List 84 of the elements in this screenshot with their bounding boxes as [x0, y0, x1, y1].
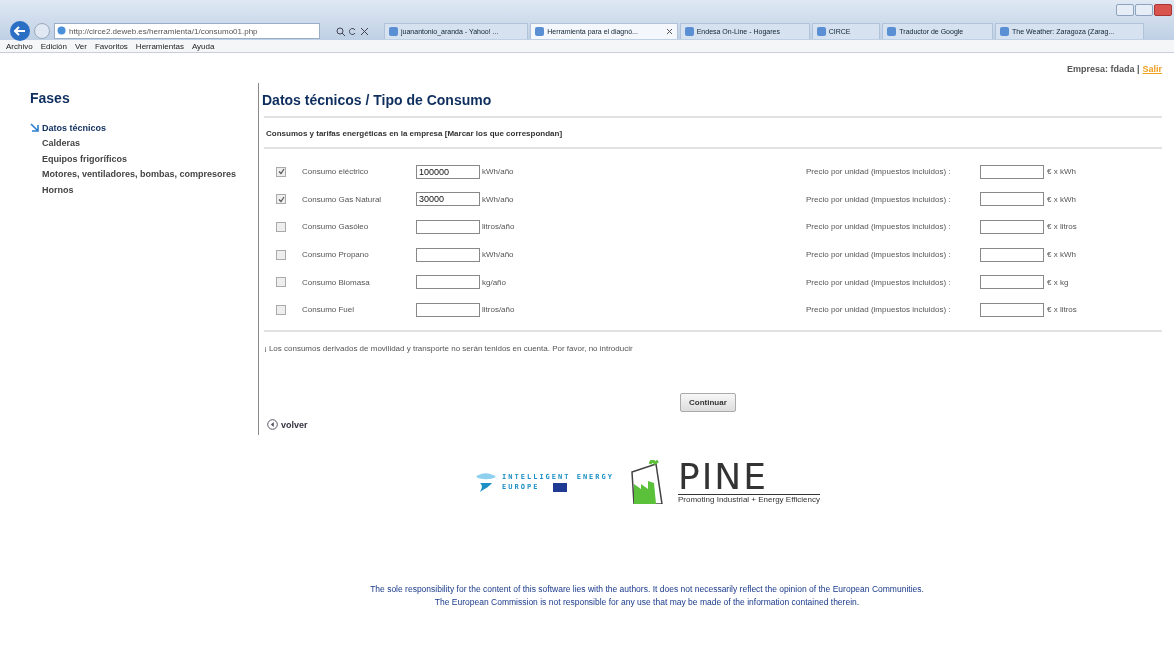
checkbox[interactable]: [276, 222, 286, 232]
logo-tagline: Promoting Industrial + Energy Efficiency: [677, 494, 820, 504]
field-label: Consumo eléctrico: [302, 167, 370, 177]
unit-label: € x kg: [1046, 277, 1069, 287]
minimize-button[interactable]: [1116, 4, 1134, 16]
checkbox[interactable]: [276, 249, 286, 260]
favicon-icon: [684, 27, 694, 36]
disclaimer-text: The sole responsibility for the content of this software lies with the authors. It does not necessarily reflect the opinion of the European Communities.: [370, 583, 924, 596]
continue-button[interactable]: Continuar: [680, 393, 736, 412]
input-field[interactable]: [980, 164, 1044, 179]
field-label: Precio por unidad (impuestos incluidos) :: [806, 167, 952, 177]
input-field[interactable]: [416, 302, 480, 317]
input-field[interactable]: 30000: [416, 192, 480, 207]
favicon-icon: [887, 27, 897, 36]
input-field[interactable]: [416, 275, 480, 290]
unit-label: kWh/año: [481, 250, 515, 260]
field-label: Precio por unidad (impuestos incluidos) :: [806, 277, 952, 287]
unit-label: kg/año: [481, 277, 508, 287]
unit-label: kWh/año: [481, 194, 515, 204]
sidebar-item[interactable]: Calderas: [30, 135, 81, 151]
unit-label: litros/año: [481, 305, 516, 315]
favicon-icon: [535, 27, 545, 36]
page-title: Datos técnicos / Tipo de Consumo: [262, 92, 493, 108]
unit-label: € x kWh: [1046, 167, 1076, 177]
field-label: Precio por unidad (impuestos incluidos) :: [806, 250, 952, 260]
arrow-down-right-icon: [30, 123, 39, 133]
section-heading: Consumos y tarifas energéticas en la empresa [Marcar los que correspondan]: [265, 128, 564, 140]
input-field[interactable]: [980, 275, 1044, 290]
menu-item[interactable]: Ver: [74, 41, 87, 51]
input-field[interactable]: [416, 220, 480, 234]
arrow-left-icon: [14, 26, 26, 36]
sidebar-title: Fases: [30, 90, 71, 106]
unit-label: € x kWh: [1046, 250, 1076, 260]
menu-item[interactable]: Herramientas: [135, 41, 184, 51]
unit-label: litros/año: [481, 222, 516, 232]
search-icon[interactable]: [335, 26, 345, 36]
eu-flag-icon: [553, 482, 568, 492]
back-link[interactable]: volver: [267, 419, 308, 430]
menu-item[interactable]: Edición: [40, 41, 67, 51]
forward-button[interactable]: [34, 23, 50, 39]
field-label: Consumo Gas Natural: [302, 194, 383, 204]
input-field[interactable]: [980, 192, 1044, 207]
input-field[interactable]: [980, 302, 1044, 317]
refresh-icon[interactable]: [347, 26, 357, 36]
favicon-icon: [816, 27, 826, 36]
sidebar-item[interactable]: Hornos: [30, 182, 74, 198]
menu-item[interactable]: Archivo: [6, 41, 33, 51]
maximize-button[interactable]: [1135, 4, 1153, 16]
input-field[interactable]: [416, 247, 480, 262]
disclaimer-text: The European Commission is not responsible for any use that may be made of the information contained therein.: [434, 596, 860, 609]
field-label: Consumo Propano: [302, 250, 370, 260]
checkbox[interactable]: [276, 166, 286, 177]
unit-label: € x litros: [1046, 305, 1077, 315]
address-field[interactable]: http://circe2.deweb.es/herramienta/1/consumo01.php: [54, 23, 320, 39]
field-label: Precio por unidad (impuestos incluidos) :: [806, 305, 952, 315]
field-label: Consumo Fuel: [302, 305, 356, 315]
favicon-icon: [1000, 27, 1010, 36]
sidebar-item[interactable]: Motores, ventiladores, bombas, compresores: [30, 166, 237, 182]
menu-item[interactable]: Favoritos: [94, 41, 128, 51]
field-label: Precio por unidad (impuestos incluidos) :: [806, 194, 952, 204]
input-field[interactable]: [980, 247, 1044, 262]
checkbox[interactable]: [276, 194, 286, 205]
unit-label: kWh/año: [481, 167, 515, 177]
field-label: Consumo Gasóleo: [302, 222, 370, 232]
favicon-icon: [389, 27, 398, 36]
sidebar-item[interactable]: Equipos frigoríficos: [30, 151, 127, 167]
menu-item[interactable]: Ayuda: [191, 41, 215, 51]
checkbox[interactable]: [276, 277, 286, 288]
field-label: Consumo Biomasa: [302, 277, 371, 287]
close-tab-icon[interactable]: [665, 28, 673, 35]
close-icon[interactable]: [359, 26, 369, 36]
circle-arrow-left-icon: [267, 419, 278, 430]
url-text: http://circe2.deweb.es/herramienta/1/consumo01.php: [69, 26, 258, 36]
unit-label: € x litros: [1046, 222, 1077, 232]
company-label: Empresa: fdada |: [1066, 64, 1140, 74]
input-field[interactable]: [980, 220, 1044, 234]
checkbox[interactable]: [276, 304, 286, 315]
logo-text: PINE: [677, 460, 768, 494]
note-text: ¡ Los consumos derivados de movilidad y transporte no serán tenidos en cuenta. Por favor, no introducir: [263, 343, 634, 353]
input-field[interactable]: 100000: [416, 164, 480, 179]
field-label: Precio por unidad (impuestos incluidos) :: [806, 222, 952, 232]
unit-label: € x kWh: [1046, 194, 1076, 204]
sidebar-item[interactable]: Datos técnicos: [30, 120, 107, 136]
back-button[interactable]: [10, 21, 30, 41]
